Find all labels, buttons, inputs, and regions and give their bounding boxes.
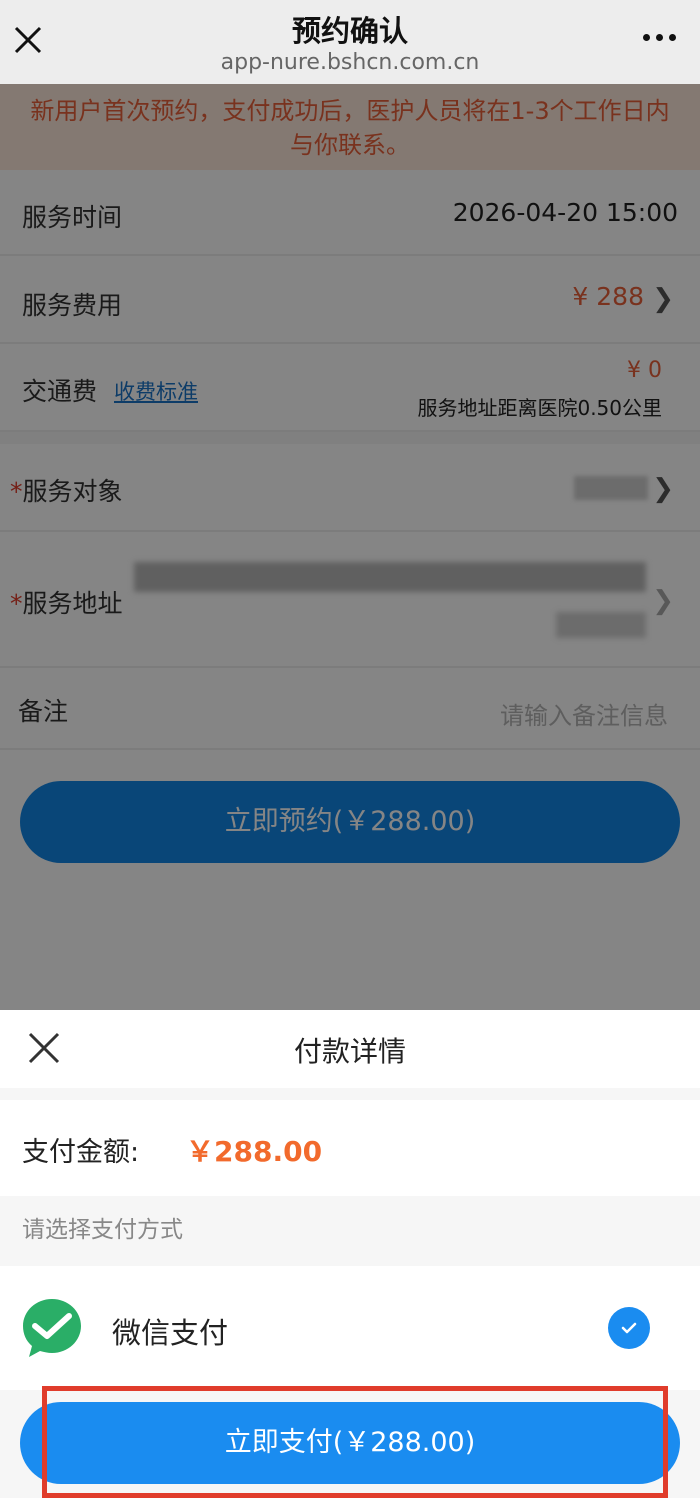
page: 预约确认 app-nure.bshcn.com.cn 新用户首次预约，支付成功后… — [0, 0, 700, 1498]
sheet-header: 付款详情 — [0, 1010, 700, 1088]
modal-overlay[interactable] — [0, 84, 700, 1010]
more-options-icon[interactable] — [643, 34, 676, 41]
amount-label: 支付金额: — [22, 1137, 140, 1168]
selected-check-icon[interactable] — [608, 1307, 650, 1349]
page-title: 预约确认 — [291, 14, 408, 48]
payment-amount-row: 支付金额: ￥288.00 — [0, 1100, 700, 1196]
highlight-box — [42, 1386, 668, 1498]
payment-method-wechat[interactable]: 微信支付 — [0, 1266, 700, 1390]
wechat-pay-icon — [20, 1296, 84, 1360]
payment-method-prompt: 请选择支付方式 — [22, 1217, 183, 1243]
sheet-title: 付款详情 — [293, 1035, 406, 1068]
page-url: app-nure.bshcn.com.cn — [220, 50, 480, 75]
payment-method-name: 微信支付 — [112, 1316, 229, 1350]
amount-value: ￥288.00 — [186, 1135, 323, 1168]
top-nav-bar: 预约确认 app-nure.bshcn.com.cn — [0, 0, 700, 84]
payment-sheet: 付款详情 支付金额: ￥288.00 请选择支付方式 微信支付 立即支付(￥28… — [0, 1010, 700, 1498]
